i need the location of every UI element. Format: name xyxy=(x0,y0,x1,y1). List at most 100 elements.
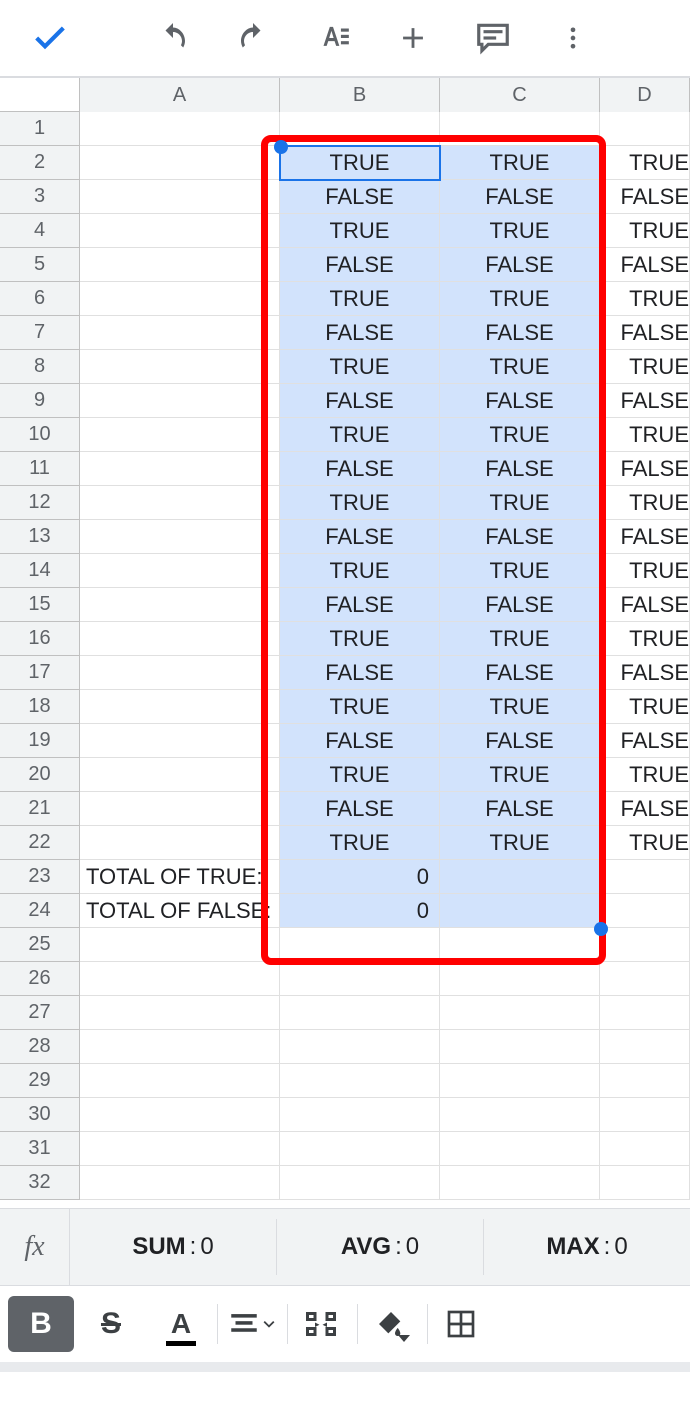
cell-A2[interactable] xyxy=(80,146,280,180)
cell-A27[interactable] xyxy=(80,996,280,1030)
row-header[interactable]: 19 xyxy=(0,724,80,758)
cell-A31[interactable] xyxy=(80,1132,280,1166)
cell-C20[interactable]: TRUE xyxy=(440,758,600,792)
cell-A9[interactable] xyxy=(80,384,280,418)
cell-D10[interactable]: TRUE xyxy=(600,418,690,452)
cell-D8[interactable]: TRUE xyxy=(600,350,690,384)
cell-A22[interactable] xyxy=(80,826,280,860)
selection-handle-end[interactable] xyxy=(594,922,608,936)
row-header[interactable]: 28 xyxy=(0,1030,80,1064)
cell-C7[interactable]: FALSE xyxy=(440,316,600,350)
cell-A16[interactable] xyxy=(80,622,280,656)
cell-C25[interactable] xyxy=(440,928,600,962)
text-color-button[interactable]: A xyxy=(148,1296,214,1352)
row-header[interactable]: 16 xyxy=(0,622,80,656)
cell-B9[interactable]: FALSE xyxy=(280,384,440,418)
cell-B31[interactable] xyxy=(280,1132,440,1166)
row-header[interactable]: 25 xyxy=(0,928,80,962)
row-header[interactable]: 2 xyxy=(0,146,80,180)
row-header[interactable]: 15 xyxy=(0,588,80,622)
cell-B23[interactable]: 0 xyxy=(280,860,440,894)
cell-C9[interactable]: FALSE xyxy=(440,384,600,418)
cell-D21[interactable]: FALSE xyxy=(600,792,690,826)
cell-C31[interactable] xyxy=(440,1132,600,1166)
row-header[interactable]: 11 xyxy=(0,452,80,486)
cell-B30[interactable] xyxy=(280,1098,440,1132)
cell-D31[interactable] xyxy=(600,1132,690,1166)
cell-C22[interactable]: TRUE xyxy=(440,826,600,860)
cell-B1[interactable] xyxy=(280,112,440,146)
undo-button[interactable] xyxy=(133,0,213,77)
cell-D12[interactable]: TRUE xyxy=(600,486,690,520)
row-header[interactable]: 32 xyxy=(0,1166,80,1200)
cell-A15[interactable] xyxy=(80,588,280,622)
row-header[interactable]: 27 xyxy=(0,996,80,1030)
cell-A25[interactable] xyxy=(80,928,280,962)
fill-color-button[interactable] xyxy=(358,1296,424,1352)
cell-C26[interactable] xyxy=(440,962,600,996)
cell-A28[interactable] xyxy=(80,1030,280,1064)
row-header[interactable]: 26 xyxy=(0,962,80,996)
row-header[interactable]: 8 xyxy=(0,350,80,384)
strikethrough-button[interactable]: S xyxy=(78,1296,144,1352)
row-header[interactable]: 21 xyxy=(0,792,80,826)
more-button[interactable] xyxy=(533,0,613,77)
cell-D2[interactable]: TRUE xyxy=(600,146,690,180)
spreadsheet-grid[interactable]: 12TRUETRUETRUE3FALSEFALSEFALSE4TRUETRUET… xyxy=(0,112,690,1200)
cell-A20[interactable] xyxy=(80,758,280,792)
cell-D32[interactable] xyxy=(600,1166,690,1200)
cell-D24[interactable] xyxy=(600,894,690,928)
cell-C24[interactable] xyxy=(440,894,600,928)
row-header[interactable]: 4 xyxy=(0,214,80,248)
cell-C18[interactable]: TRUE xyxy=(440,690,600,724)
row-header[interactable]: 14 xyxy=(0,554,80,588)
stat-max[interactable]: MAX: 0 xyxy=(484,1219,690,1275)
cell-C8[interactable]: TRUE xyxy=(440,350,600,384)
row-header[interactable]: 17 xyxy=(0,656,80,690)
cell-B3[interactable]: FALSE xyxy=(280,180,440,214)
cell-D19[interactable]: FALSE xyxy=(600,724,690,758)
row-header[interactable]: 24 xyxy=(0,894,80,928)
col-header-D[interactable]: D xyxy=(600,78,690,112)
cell-B32[interactable] xyxy=(280,1166,440,1200)
align-button[interactable] xyxy=(218,1296,284,1352)
cell-B13[interactable]: FALSE xyxy=(280,520,440,554)
cell-A18[interactable] xyxy=(80,690,280,724)
cell-D13[interactable]: FALSE xyxy=(600,520,690,554)
cell-B10[interactable]: TRUE xyxy=(280,418,440,452)
borders-button[interactable] xyxy=(428,1296,494,1352)
cell-C27[interactable] xyxy=(440,996,600,1030)
cell-C1[interactable] xyxy=(440,112,600,146)
cell-C4[interactable]: TRUE xyxy=(440,214,600,248)
cell-B6[interactable]: TRUE xyxy=(280,282,440,316)
cell-A32[interactable] xyxy=(80,1166,280,1200)
cell-B27[interactable] xyxy=(280,996,440,1030)
cell-B18[interactable]: TRUE xyxy=(280,690,440,724)
cell-A10[interactable] xyxy=(80,418,280,452)
row-header[interactable]: 18 xyxy=(0,690,80,724)
cell-D4[interactable]: TRUE xyxy=(600,214,690,248)
cell-C15[interactable]: FALSE xyxy=(440,588,600,622)
cell-B14[interactable]: TRUE xyxy=(280,554,440,588)
accept-button[interactable] xyxy=(0,0,100,77)
merge-cells-button[interactable] xyxy=(288,1296,354,1352)
bold-button[interactable]: B xyxy=(8,1296,74,1352)
cell-A23[interactable]: TOTAL OF TRUE: xyxy=(80,860,280,894)
cell-A14[interactable] xyxy=(80,554,280,588)
row-header[interactable]: 10 xyxy=(0,418,80,452)
cell-C12[interactable]: TRUE xyxy=(440,486,600,520)
cell-C28[interactable] xyxy=(440,1030,600,1064)
cell-C11[interactable]: FALSE xyxy=(440,452,600,486)
cell-A1[interactable] xyxy=(80,112,280,146)
cell-D3[interactable]: FALSE xyxy=(600,180,690,214)
cell-D30[interactable] xyxy=(600,1098,690,1132)
row-header[interactable]: 30 xyxy=(0,1098,80,1132)
cell-D1[interactable] xyxy=(600,112,690,146)
cell-D29[interactable] xyxy=(600,1064,690,1098)
text-format-button[interactable] xyxy=(293,0,373,77)
cell-A24[interactable]: TOTAL OF FALSE: xyxy=(80,894,280,928)
cell-B21[interactable]: FALSE xyxy=(280,792,440,826)
cell-C14[interactable]: TRUE xyxy=(440,554,600,588)
cell-C2[interactable]: TRUE xyxy=(440,146,600,180)
cell-C3[interactable]: FALSE xyxy=(440,180,600,214)
